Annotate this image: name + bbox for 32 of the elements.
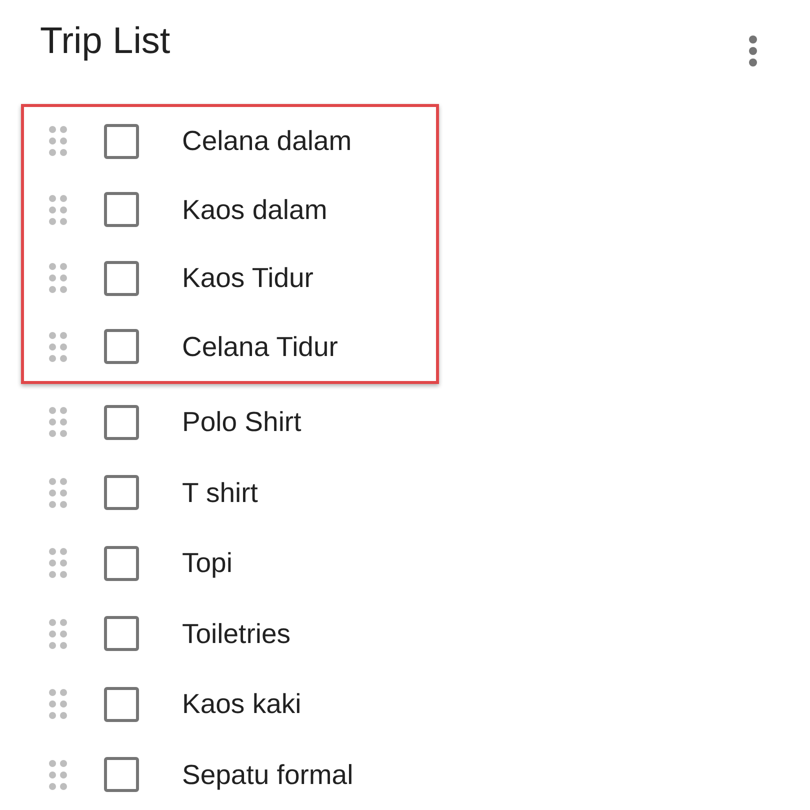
drag-handle-icon[interactable]	[49, 407, 67, 438]
item-label: Sepatu formal	[182, 758, 354, 791]
drag-handle-icon[interactable]	[49, 548, 67, 578]
checkbox[interactable]	[104, 192, 139, 228]
drag-handle-icon[interactable]	[49, 263, 67, 294]
checkbox[interactable]	[104, 757, 139, 792]
item-label: Kaos kaki	[182, 688, 302, 720]
item-label: Celana Tidur	[182, 330, 338, 363]
checkbox[interactable]	[104, 616, 139, 652]
checkbox[interactable]	[104, 124, 139, 159]
checkbox[interactable]	[104, 260, 139, 296]
more-options-icon[interactable]	[748, 35, 758, 67]
item-label: Polo Shirt	[182, 406, 302, 438]
drag-handle-icon[interactable]	[49, 194, 67, 225]
checkbox[interactable]	[104, 546, 139, 581]
checkbox[interactable]	[104, 329, 139, 364]
item-label: Kaos dalam	[182, 194, 328, 226]
checkbox[interactable]	[104, 404, 139, 440]
list-title: Trip List	[40, 19, 170, 63]
drag-handle-icon[interactable]	[49, 618, 67, 649]
drag-handle-icon[interactable]	[49, 760, 67, 790]
drag-handle-icon[interactable]	[49, 126, 67, 156]
drag-handle-icon[interactable]	[49, 689, 67, 720]
item-label: Topi	[182, 547, 232, 580]
checkbox[interactable]	[104, 475, 139, 510]
item-label: T shirt	[182, 476, 258, 509]
item-label: Kaos Tidur	[182, 262, 314, 294]
drag-handle-icon[interactable]	[49, 332, 67, 362]
item-label: Toiletries	[182, 618, 291, 650]
drag-handle-icon[interactable]	[49, 478, 67, 508]
checkbox[interactable]	[104, 686, 139, 722]
item-label: Celana dalam	[182, 125, 352, 158]
